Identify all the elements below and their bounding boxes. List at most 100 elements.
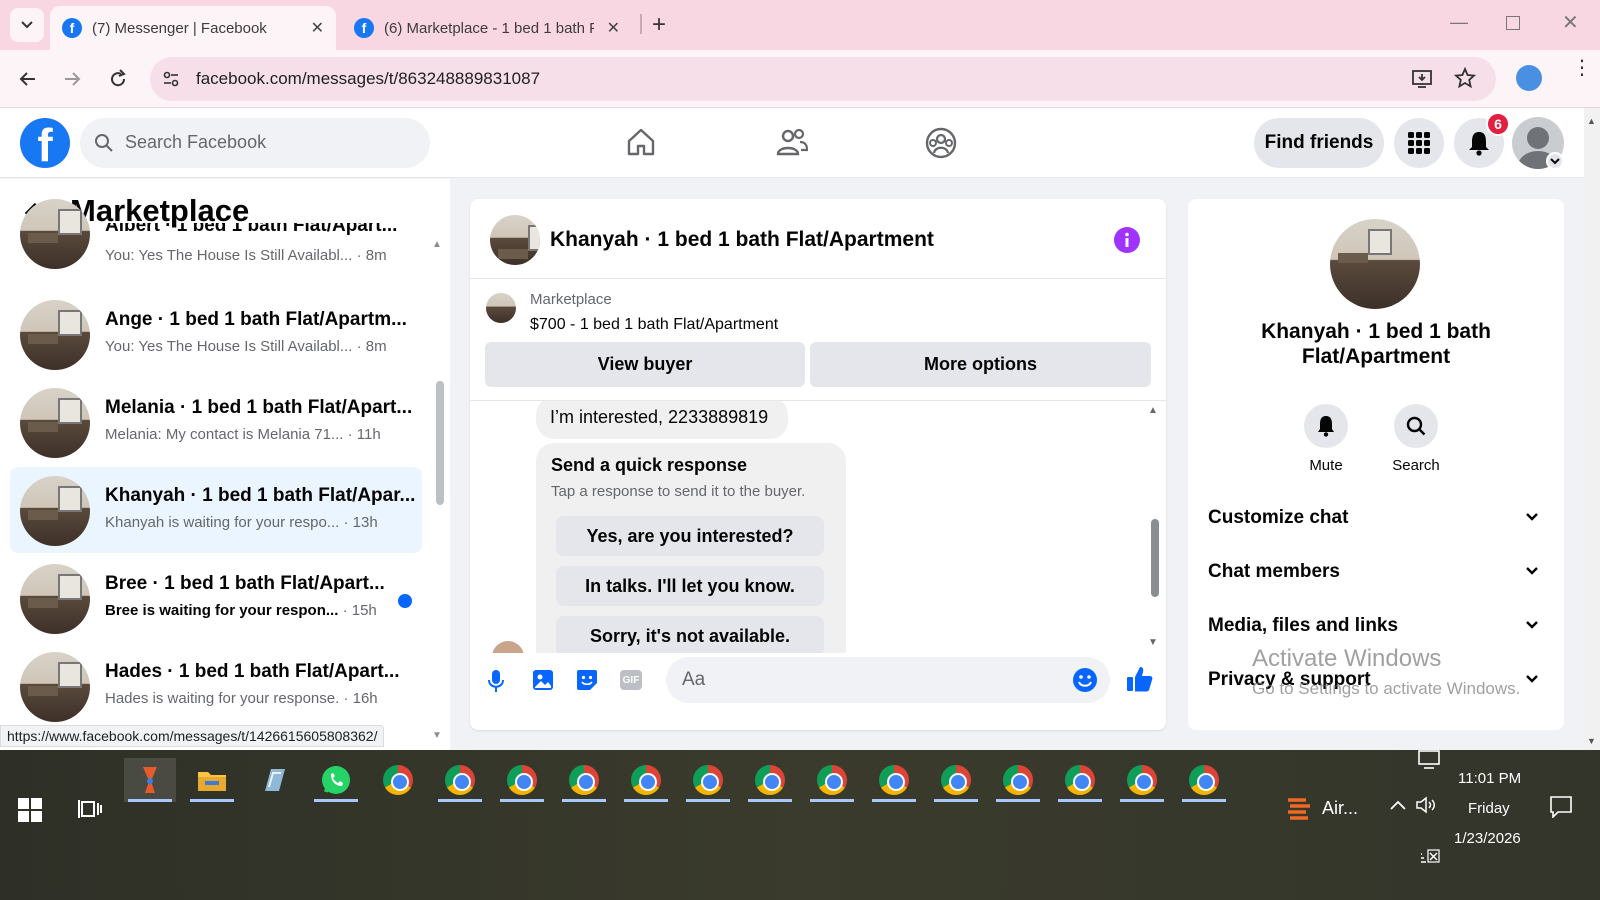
bookmark-star-icon[interactable] [1454,67,1476,89]
taskbar-app-file-explorer[interactable] [186,758,238,802]
weather-label[interactable]: Air... [1322,798,1358,819]
menu-button[interactable] [1394,118,1444,168]
scroll-up-arrow[interactable]: ▲ [432,239,442,250]
taskbar-app-chrome-profile[interactable] [806,758,858,802]
sticker-icon[interactable] [576,669,598,691]
conversation-preview: Hades is waiting for your response. · 16… [105,690,378,707]
find-friends-button[interactable]: Find friends [1254,118,1384,168]
conversation-item[interactable]: Hades · 1 bed 1 bath Flat/Apart... Hades… [10,643,422,729]
profile-name: Khanyah · 1 bed 1 bath Flat/Apartment [1261,320,1491,368]
taskbar-app-chrome-profile[interactable] [1054,758,1106,802]
taskbar-app-notes[interactable] [248,758,300,802]
listing-text[interactable]: $700 - 1 bed 1 bath Flat/Apartment [530,316,778,334]
quick-response-yes-button[interactable]: Yes, are you interested? [556,516,824,556]
forward-arrow-icon[interactable] [62,69,82,89]
desktop-notification-icon[interactable] [1418,750,1440,770]
image-attach-icon[interactable] [532,669,554,691]
network-disconnected-icon[interactable] [1420,848,1440,864]
scroll-down-arrow[interactable]: ▼ [432,730,442,741]
taskbar-app-chrome[interactable] [372,758,424,802]
taskbar-app-paint[interactable] [124,758,176,802]
thumbs-up-icon[interactable] [1126,665,1154,693]
conversation-item[interactable]: Albert · 1 bed 1 bath Flat/Apart... You:… [10,199,422,293]
chat-avatar[interactable] [490,215,540,265]
search-in-chat-button[interactable] [1394,404,1438,448]
site-settings-icon[interactable] [162,70,180,88]
chat-members-section[interactable]: Chat members [1208,561,1538,591]
show-hidden-icons-chevron-up-icon[interactable] [1390,800,1406,810]
tab-marketplace[interactable]: f (6) Marketplace - 1 bed 1 bath F ✕ [342,6,632,50]
taskbar-app-chrome-profile[interactable] [496,758,548,802]
tab-search-button[interactable] [10,8,44,42]
taskbar-app-whatsapp[interactable] [310,758,362,802]
emoji-icon[interactable] [1072,667,1098,693]
windows-start-icon[interactable] [18,798,42,822]
conversation-item-selected[interactable]: Khanyah · 1 bed 1 bath Flat/Apar... Khan… [10,467,422,553]
air-quality-icon[interactable] [1286,794,1312,822]
quick-response-talks-button[interactable]: In talks. I'll let you know. [556,566,824,606]
info-icon[interactable] [1114,227,1140,253]
profile-picture[interactable] [1330,219,1420,309]
active-indicator [128,799,172,802]
home-icon[interactable] [626,127,656,157]
media-files-links-section[interactable]: Media, files and links [1208,615,1538,645]
conversation-item[interactable]: Ange · 1 bed 1 bath Flat/Apartm... You: … [10,291,422,377]
browser-menu-icon[interactable]: ⋮ [1572,58,1592,78]
taskbar-app-chrome-profile[interactable] [620,758,672,802]
active-indicator [190,799,234,802]
chat-title[interactable]: Khanyah · 1 bed 1 bath Flat/Apartment [550,228,934,252]
taskbar-app-chrome-profile[interactable] [682,758,734,802]
account-dropdown-button[interactable] [1546,152,1564,170]
minimize-button[interactable]: — [1450,12,1468,33]
view-buyer-button[interactable]: View buyer [485,342,805,387]
back-arrow-icon[interactable] [18,69,38,89]
taskbar-app-chrome-profile[interactable] [1116,758,1168,802]
taskbar-app-chrome-profile[interactable] [558,758,610,802]
mute-button[interactable] [1304,404,1348,448]
taskbar-app-chrome-profile[interactable] [868,758,920,802]
chrome-icon [941,765,971,795]
page-scrollbar[interactable]: ▲ ▼ [1584,108,1600,750]
conversation-item[interactable]: Melania · 1 bed 1 bath Flat/Apart... Mel… [10,379,422,465]
search-facebook-input[interactable]: Search Facebook [80,118,430,168]
active-indicator [996,799,1040,802]
facebook-favicon-icon: f [62,18,82,38]
clock-date[interactable]: 1/23/2026 [1454,830,1521,847]
url-field[interactable]: facebook.com/messages/t/863248889831087 [150,57,1496,101]
quick-response-sorry-button[interactable]: Sorry, it's not available. [556,616,824,653]
messages-scrollbar-thumb[interactable] [1151,519,1159,597]
scroll-down-arrow[interactable]: ▼ [1148,637,1158,648]
reload-icon[interactable] [107,68,129,90]
install-app-icon[interactable] [1412,69,1434,89]
facebook-logo-icon[interactable]: f [20,118,70,168]
friends-icon[interactable] [776,127,808,157]
listing-thumbnail [20,300,90,370]
gif-icon[interactable]: GIF [620,670,642,690]
groups-icon[interactable] [925,127,957,159]
close-tab-icon[interactable]: ✕ [311,18,324,38]
new-tab-button[interactable]: + [652,11,666,39]
task-view-icon[interactable] [78,797,102,821]
search-icon [95,134,113,152]
taskbar-app-chrome-profile[interactable] [992,758,1044,802]
close-window-button[interactable]: ✕ [1562,10,1579,35]
taskbar-app-chrome-profile[interactable] [930,758,982,802]
customize-chat-section[interactable]: Customize chat [1208,507,1538,537]
tab-messenger[interactable]: f (7) Messenger | Facebook ✕ [50,6,336,50]
taskbar-app-chrome-profile[interactable] [1178,758,1230,802]
conversation-item[interactable]: Bree · 1 bed 1 bath Flat/Apart... Bree i… [10,555,422,641]
volume-icon[interactable] [1416,796,1438,814]
taskbar-app-chrome-profile[interactable] [434,758,486,802]
profile-avatar-icon[interactable] [1516,65,1542,91]
action-center-icon[interactable] [1550,796,1572,818]
list-scrollbar-thumb[interactable] [436,381,444,505]
taskbar-app-chrome-profile[interactable] [744,758,796,802]
scroll-up-arrow[interactable]: ▲ [1148,405,1158,416]
message-input[interactable]: Aa [666,657,1110,703]
restore-button[interactable] [1506,16,1520,30]
close-tab-icon[interactable]: ✕ [607,18,620,38]
clock-day[interactable]: Friday [1468,800,1510,817]
clock-time[interactable]: 11:01 PM [1458,770,1521,787]
microphone-icon[interactable] [488,669,504,693]
more-options-button[interactable]: More options [810,342,1151,387]
